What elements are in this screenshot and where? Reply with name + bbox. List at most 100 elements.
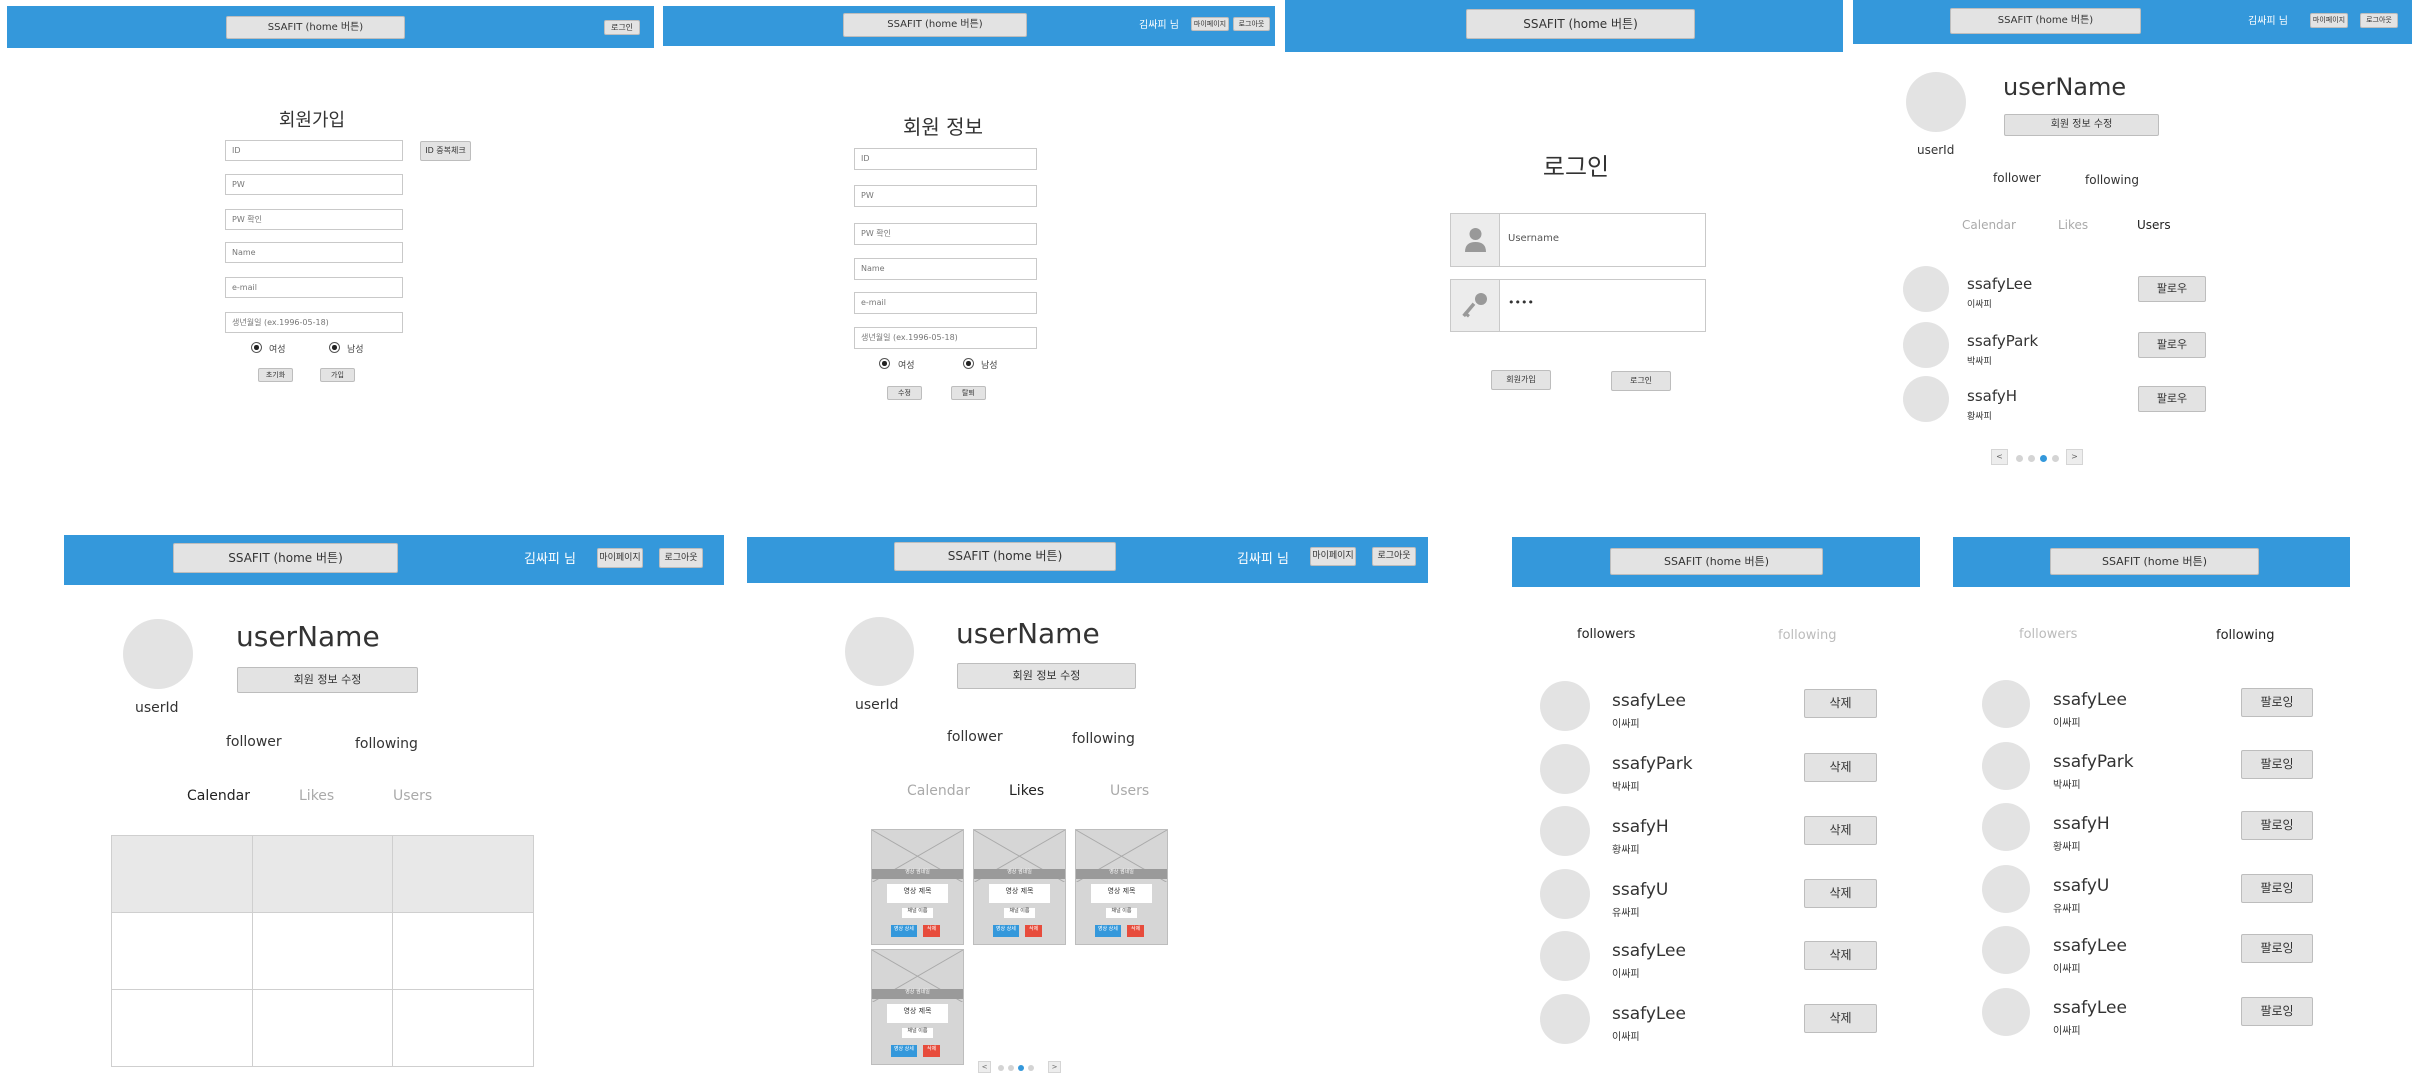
edit-submit-button[interactable]: 수정 <box>887 386 922 400</box>
tab-followers[interactable]: followers <box>1577 627 1635 642</box>
follow-button[interactable]: 팔로우 <box>2138 332 2206 358</box>
home-button[interactable]: SSAFIT (home 버튼) <box>1950 8 2141 34</box>
login-nav-button[interactable]: 로그인 <box>604 20 640 35</box>
video-delete-button[interactable]: 삭제 <box>1024 924 1043 938</box>
video-card[interactable]: 영상 썸네일 영상 제목 채널 이름 영상 상세 삭제 <box>871 949 964 1065</box>
home-button[interactable]: SSAFIT (home 버튼) <box>1466 9 1695 39</box>
follow-button[interactable]: 팔로우 <box>2138 276 2206 302</box>
video-delete-button[interactable]: 삭제 <box>922 924 941 938</box>
video-detail-button[interactable]: 영상 상세 <box>891 924 917 938</box>
following-link[interactable]: following <box>2085 173 2139 187</box>
delete-follower-button[interactable]: 삭제 <box>1804 689 1877 718</box>
edit-profile-button[interactable]: 회원 정보 수정 <box>237 667 418 693</box>
signup-button[interactable]: 회원가입 <box>1491 370 1551 390</box>
tab-calendar[interactable]: Calendar <box>187 788 250 804</box>
female-radio[interactable] <box>251 342 262 353</box>
female-radio[interactable] <box>879 358 890 369</box>
video-detail-button[interactable]: 영상 상세 <box>1095 924 1121 938</box>
home-button[interactable]: SSAFIT (home 버튼) <box>226 16 405 39</box>
page-dot[interactable] <box>1008 1065 1014 1071</box>
home-button[interactable]: SSAFIT (home 버튼) <box>894 542 1116 571</box>
calendar-cell[interactable] <box>392 912 534 990</box>
tab-calendar[interactable]: Calendar <box>907 783 970 799</box>
login-button[interactable]: 로그인 <box>1611 371 1671 391</box>
tab-users[interactable]: Users <box>1110 783 1149 799</box>
delete-follower-button[interactable]: 삭제 <box>1804 941 1877 970</box>
following-button[interactable]: 팔로잉 <box>2241 750 2313 779</box>
tab-calendar[interactable]: Calendar <box>1962 218 2016 232</box>
birth-field[interactable]: 생년월일 (ex.1996-05-18) <box>854 327 1037 349</box>
follower-link[interactable]: follower <box>1993 171 2041 185</box>
page-dot[interactable] <box>998 1065 1004 1071</box>
video-card[interactable]: 영상 썸네일 영상 제목 채널 이름 영상 상세 삭제 <box>871 829 964 945</box>
password-field[interactable]: •••• <box>1450 279 1706 332</box>
calendar-cell[interactable] <box>111 989 253 1067</box>
page-dot[interactable] <box>2028 455 2035 462</box>
calendar-cell[interactable] <box>251 835 394 913</box>
withdraw-button[interactable]: 탈퇴 <box>951 386 986 400</box>
following-button[interactable]: 팔로잉 <box>2241 934 2313 963</box>
video-detail-button[interactable]: 영상 상세 <box>891 1044 917 1058</box>
page-dot[interactable] <box>1028 1065 1034 1071</box>
pw-confirm-field[interactable]: PW 확인 <box>854 223 1037 245</box>
calendar-cell[interactable] <box>111 835 253 913</box>
male-radio[interactable] <box>963 358 974 369</box>
prev-page-button[interactable]: < <box>978 1061 991 1073</box>
birth-field[interactable]: 생년월일 (ex.1996-05-18) <box>225 312 403 333</box>
calendar-cell[interactable] <box>111 912 253 990</box>
mypage-button[interactable]: 마이페이지 <box>2310 13 2348 28</box>
following-button[interactable]: 팔로잉 <box>2241 874 2313 903</box>
reset-button[interactable]: 초기화 <box>258 368 293 382</box>
edit-profile-button[interactable]: 회원 정보 수정 <box>957 663 1136 689</box>
follower-link[interactable]: follower <box>947 729 1003 745</box>
follow-button[interactable]: 팔로우 <box>2138 386 2206 412</box>
following-button[interactable]: 팔로잉 <box>2241 997 2313 1026</box>
page-dot-active[interactable] <box>1018 1065 1024 1071</box>
mypage-button[interactable]: 마이페이지 <box>1310 547 1356 566</box>
name-field[interactable]: Name <box>225 242 403 263</box>
home-button[interactable]: SSAFIT (home 버튼) <box>843 13 1027 37</box>
page-dot[interactable] <box>2016 455 2023 462</box>
tab-likes[interactable]: Likes <box>299 788 334 804</box>
tab-likes[interactable]: Likes <box>2058 218 2088 232</box>
logout-button[interactable]: 로그아웃 <box>659 548 703 568</box>
pw-field[interactable]: PW <box>854 185 1037 207</box>
username-field[interactable]: Username <box>1450 213 1706 267</box>
id-field[interactable]: ID <box>854 148 1037 170</box>
calendar-cell[interactable] <box>251 912 394 990</box>
logout-button[interactable]: 로그아웃 <box>1372 547 1416 566</box>
id-field[interactable]: ID <box>225 140 403 161</box>
signup-submit-button[interactable]: 가입 <box>320 368 355 382</box>
video-card[interactable]: 영상 썸네일 영상 제목 채널 이름 영상 상세 삭제 <box>973 829 1066 945</box>
calendar-cell[interactable] <box>392 835 534 913</box>
id-check-button[interactable]: ID 중복체크 <box>420 141 471 161</box>
video-delete-button[interactable]: 삭제 <box>922 1044 941 1058</box>
page-dot[interactable] <box>2052 455 2059 462</box>
prev-page-button[interactable]: < <box>1991 449 2008 465</box>
logout-button[interactable]: 로그아웃 <box>1233 17 1270 31</box>
email-field[interactable]: e-mail <box>854 292 1037 314</box>
next-page-button[interactable]: > <box>1048 1061 1061 1073</box>
mypage-button[interactable]: 마이페이지 <box>597 548 643 568</box>
mypage-button[interactable]: 마이페이지 <box>1191 17 1229 31</box>
following-link[interactable]: following <box>1072 731 1135 747</box>
tab-following[interactable]: following <box>2216 628 2274 643</box>
male-radio[interactable] <box>329 342 340 353</box>
logout-button[interactable]: 로그아웃 <box>2360 13 2398 28</box>
video-detail-button[interactable]: 영상 상세 <box>993 924 1019 938</box>
tab-followers[interactable]: followers <box>2019 627 2077 642</box>
email-field[interactable]: e-mail <box>225 277 403 298</box>
page-dot-active[interactable] <box>2040 455 2047 462</box>
tab-following[interactable]: following <box>1778 628 1836 643</box>
name-field[interactable]: Name <box>854 258 1037 280</box>
following-button[interactable]: 팔로잉 <box>2241 688 2313 717</box>
delete-follower-button[interactable]: 삭제 <box>1804 816 1877 845</box>
home-button[interactable]: SSAFIT (home 버튼) <box>1610 548 1823 575</box>
video-delete-button[interactable]: 삭제 <box>1126 924 1145 938</box>
delete-follower-button[interactable]: 삭제 <box>1804 753 1877 782</box>
following-link[interactable]: following <box>355 736 418 752</box>
pw-confirm-field[interactable]: PW 확인 <box>225 209 403 230</box>
follower-link[interactable]: follower <box>226 734 282 750</box>
home-button[interactable]: SSAFIT (home 버튼) <box>173 543 398 573</box>
next-page-button[interactable]: > <box>2066 449 2083 465</box>
